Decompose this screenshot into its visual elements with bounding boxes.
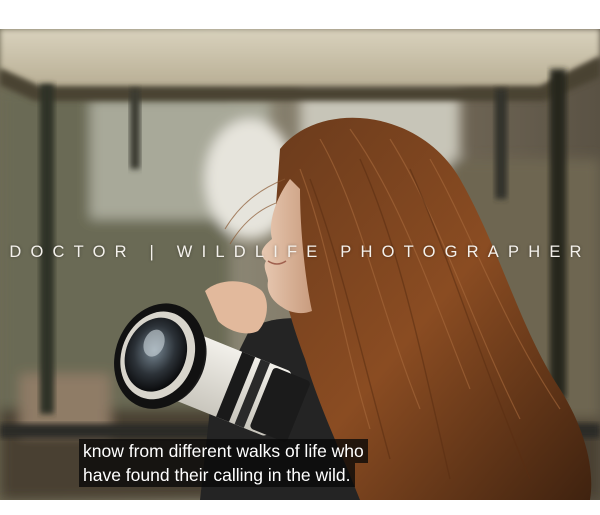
video-title-overlay: DOCTOR | WILDLIFE PHOTOGRAPHER: [9, 243, 591, 261]
caption-line-1: know from different walks of life who: [79, 439, 368, 463]
closed-captions: know from different walks of life who ha…: [79, 439, 368, 487]
video-frame-image: [0, 29, 600, 500]
caption-line-2: have found their calling in the wild.: [79, 463, 355, 487]
video-player[interactable]: DOCTOR | WILDLIFE PHOTOGRAPHER know from…: [0, 29, 600, 500]
page: DOCTOR | WILDLIFE PHOTOGRAPHER know from…: [0, 0, 600, 515]
